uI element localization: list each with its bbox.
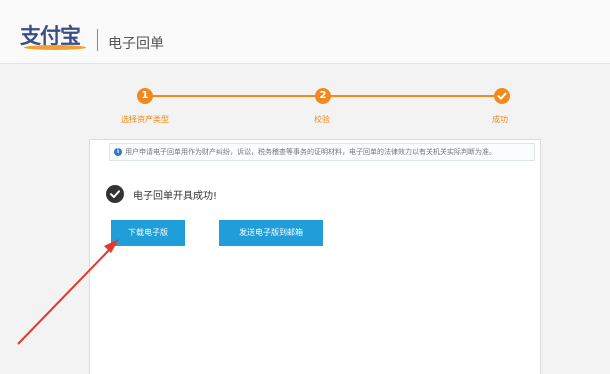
download-button[interactable]: 下载电子版 xyxy=(111,220,185,246)
step-1-marker: 1 xyxy=(137,88,153,104)
step-connector-1 xyxy=(153,95,315,97)
step-3-check-icon xyxy=(494,88,510,104)
success-check-icon xyxy=(106,185,124,203)
step-2-label: 校验 xyxy=(314,115,330,124)
step-2-marker: 2 xyxy=(315,88,331,104)
page-title: 电子回单 xyxy=(108,36,164,52)
step-1-label: 选择资产类型 xyxy=(121,115,169,124)
header-divider xyxy=(97,29,98,51)
notice-text: 用户申请电子回单用作为财产纠纷，诉讼，税务稽查等事务的证明材料，电子回单的法律效… xyxy=(125,148,496,156)
step-connector-2 xyxy=(331,95,494,97)
info-icon: i xyxy=(114,148,122,156)
notice-banner: i 用户申请电子回单用作为财产纠纷，诉讼，税务稽查等事务的证明材料，电子回单的法… xyxy=(109,143,535,161)
page-header: 支付宝 电子回单 xyxy=(0,0,610,64)
logo-swoosh xyxy=(24,45,86,50)
progress-stepper: 1 2 选择资产类型 校验 成功 xyxy=(0,84,610,128)
send-email-button[interactable]: 发送电子版到邮箱 xyxy=(219,220,323,246)
success-message: 电子回单开具成功! xyxy=(133,191,218,202)
result-card: i 用户申请电子回单用作为财产纠纷，诉讼，税务稽查等事务的证明材料，电子回单的法… xyxy=(89,139,541,374)
step-3-label: 成功 xyxy=(492,115,508,124)
